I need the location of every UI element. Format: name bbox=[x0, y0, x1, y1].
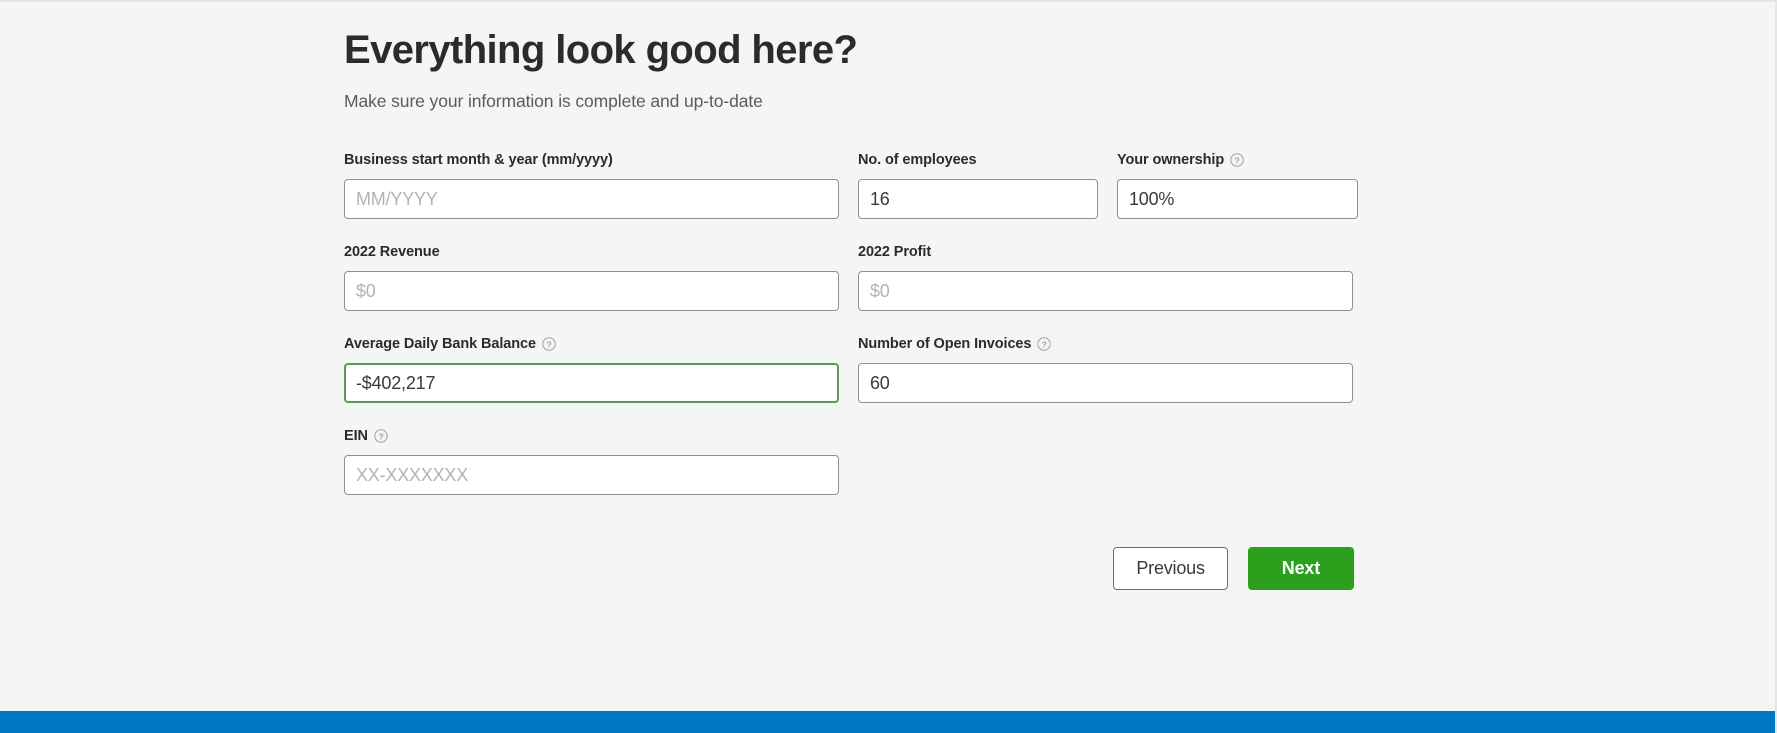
label-business-start-date: Business start month & year (mm/yyyy) bbox=[344, 151, 839, 169]
your-ownership-input[interactable] bbox=[1117, 179, 1358, 219]
profit-2022-input[interactable] bbox=[858, 271, 1353, 311]
label-average-daily-bank-balance: Average Daily Bank Balance ? bbox=[344, 335, 839, 353]
label-revenue-2022: 2022 Revenue bbox=[344, 243, 839, 261]
label-text: EIN bbox=[344, 428, 368, 444]
field-your-ownership: Your ownership ? bbox=[1117, 151, 1358, 219]
form-row-3: Average Daily Bank Balance ? Number of O… bbox=[344, 335, 1354, 403]
form-row-1: Business start month & year (mm/yyyy) No… bbox=[344, 151, 1354, 219]
svg-text:?: ? bbox=[1235, 155, 1240, 165]
label-text: 2022 Profit bbox=[858, 244, 931, 260]
field-profit-2022: 2022 Profit bbox=[858, 243, 1353, 311]
help-circle-icon[interactable]: ? bbox=[374, 429, 388, 443]
svg-text:?: ? bbox=[378, 431, 383, 441]
label-profit-2022: 2022 Profit bbox=[858, 243, 1353, 261]
previous-button[interactable]: Previous bbox=[1113, 547, 1227, 590]
ein-input[interactable] bbox=[344, 455, 839, 495]
label-text: No. of employees bbox=[858, 152, 976, 168]
label-number-of-employees: No. of employees bbox=[858, 151, 1098, 169]
label-text: Your ownership bbox=[1117, 152, 1224, 168]
average-daily-bank-balance-input[interactable] bbox=[344, 363, 839, 403]
label-ein: EIN ? bbox=[344, 427, 839, 445]
label-text: Number of Open Invoices bbox=[858, 336, 1031, 352]
help-circle-icon[interactable]: ? bbox=[542, 337, 556, 351]
page-title: Everything look good here? bbox=[344, 26, 1354, 74]
label-text: Business start month & year (mm/yyyy) bbox=[344, 152, 613, 168]
number-of-open-invoices-input[interactable] bbox=[858, 363, 1353, 403]
label-number-of-open-invoices: Number of Open Invoices ? bbox=[858, 335, 1353, 353]
form-actions: Previous Next bbox=[344, 547, 1354, 590]
number-of-employees-input[interactable] bbox=[858, 179, 1098, 219]
business-details-form: Business start month & year (mm/yyyy) No… bbox=[344, 151, 1354, 495]
svg-text:?: ? bbox=[1042, 339, 1047, 349]
bottom-accent-bar bbox=[0, 711, 1777, 733]
form-row-2: 2022 Revenue 2022 Profit bbox=[344, 243, 1354, 311]
label-your-ownership: Your ownership ? bbox=[1117, 151, 1358, 169]
help-circle-icon[interactable]: ? bbox=[1037, 337, 1051, 351]
svg-text:?: ? bbox=[546, 339, 551, 349]
revenue-2022-input[interactable] bbox=[344, 271, 839, 311]
field-revenue-2022: 2022 Revenue bbox=[344, 243, 839, 311]
form-content-container: Everything look good here? Make sure you… bbox=[344, 18, 1354, 590]
field-business-start-date: Business start month & year (mm/yyyy) bbox=[344, 151, 839, 219]
business-start-date-input[interactable] bbox=[344, 179, 839, 219]
form-row-4: EIN ? bbox=[344, 427, 1354, 495]
field-number-of-open-invoices: Number of Open Invoices ? bbox=[858, 335, 1353, 403]
field-number-of-employees: No. of employees bbox=[858, 151, 1098, 219]
next-button[interactable]: Next bbox=[1248, 547, 1354, 590]
label-text: 2022 Revenue bbox=[344, 244, 440, 260]
label-text: Average Daily Bank Balance bbox=[344, 336, 536, 352]
field-average-daily-bank-balance: Average Daily Bank Balance ? bbox=[344, 335, 839, 403]
onboarding-page: Everything look good here? Make sure you… bbox=[0, 0, 1777, 733]
field-ein: EIN ? bbox=[344, 427, 839, 495]
help-circle-icon[interactable]: ? bbox=[1230, 153, 1244, 167]
page-subtitle: Make sure your information is complete a… bbox=[344, 91, 1354, 112]
